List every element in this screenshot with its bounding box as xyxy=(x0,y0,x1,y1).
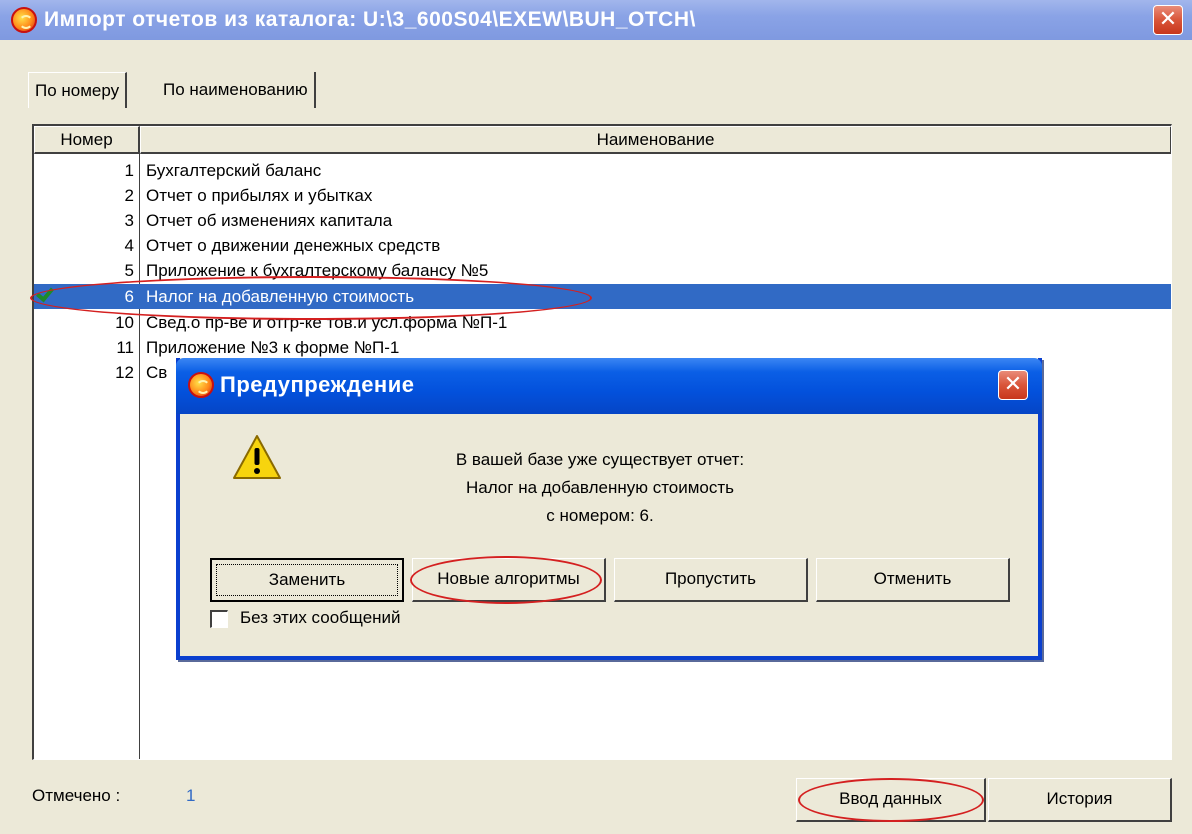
tab-by-name[interactable]: По наименованию xyxy=(157,72,316,108)
app-logo-icon xyxy=(11,7,37,33)
row-number: 10 xyxy=(115,313,134,332)
dialog-message-line-1: В вашей базе уже существует отчет: xyxy=(455,450,745,469)
row-name: Бухгалтерский баланс xyxy=(146,161,322,180)
column-header-name[interactable]: Наименование xyxy=(140,126,1171,154)
table-row-selected[interactable]: 6 Налог на добавленную стоимость xyxy=(34,283,1171,309)
row-name: Приложение к бухгалтерскому балансу №5 xyxy=(146,261,489,280)
row-number: 2 xyxy=(124,186,134,205)
table-row[interactable]: 3 Отчет об изменениях капитала xyxy=(34,208,1171,233)
row-name: Свед.о пр-ве и отгр-ке тов.и усл.форма №… xyxy=(146,313,508,332)
table-row[interactable]: 5 Приложение к бухгалтерскому балансу №5 xyxy=(34,258,1171,283)
history-button[interactable]: История xyxy=(988,778,1172,822)
row-name: Отчет о прибылях и убытках xyxy=(146,186,373,205)
warning-dialog: Предупреждение ✕ В вашей базе уже сущест… xyxy=(176,358,1042,660)
row-number: 3 xyxy=(124,211,134,230)
cancel-button[interactable]: Отменить xyxy=(816,558,1010,602)
column-header-number[interactable]: Номер xyxy=(34,126,140,154)
new-algorithms-button[interactable]: Новые алгоритмы xyxy=(412,558,606,602)
row-number: 12 xyxy=(115,363,134,382)
import-reports-window: Импорт отчетов из каталога: U:\3_600S04\… xyxy=(0,0,1192,834)
row-number: 11 xyxy=(116,338,134,357)
table-row[interactable]: 1 Бухгалтерский баланс xyxy=(34,158,1171,183)
row-name: Налог на добавленную стоимость xyxy=(146,287,415,306)
table-row[interactable]: 2 Отчет о прибылях и убытках xyxy=(34,183,1171,208)
table-row[interactable]: 4 Отчет о движении денежных средств xyxy=(34,233,1171,258)
table-row[interactable]: 11 Приложение №3 к форме №П-1 xyxy=(34,335,1171,360)
data-entry-button[interactable]: Ввод данных xyxy=(796,778,986,822)
row-name: Св xyxy=(146,363,168,382)
warning-icon xyxy=(233,435,281,479)
marked-count: 1 xyxy=(186,786,196,805)
row-number: 5 xyxy=(124,261,134,280)
focus-ring xyxy=(216,564,398,596)
tab-by-number[interactable]: По номеру xyxy=(28,72,128,108)
dialog-close-button[interactable]: ✕ xyxy=(998,370,1028,400)
close-button[interactable]: ✕ xyxy=(1153,5,1183,35)
row-name: Приложение №3 к форме №П-1 xyxy=(146,338,400,357)
dialog-title: Предупреждение xyxy=(220,372,415,397)
no-messages-label: Без этих сообщений xyxy=(240,608,401,627)
list-header: Номер Наименование xyxy=(34,126,1171,154)
dialog-titlebar[interactable]: Предупреждение ✕ xyxy=(176,358,1042,414)
dialog-message-line-2: Налог на добавленную стоимость xyxy=(465,478,735,497)
marked-label: Отмечено : xyxy=(32,786,121,805)
app-logo-icon xyxy=(188,372,214,398)
row-name: Отчет о движении денежных средств xyxy=(146,236,441,255)
row-name: Отчет об изменениях капитала xyxy=(146,211,393,230)
main-titlebar[interactable]: Импорт отчетов из каталога: U:\3_600S04\… xyxy=(0,0,1192,40)
row-number: 6 xyxy=(124,287,134,306)
dialog-message-line-3: с номером: 6. xyxy=(546,506,654,525)
replace-button[interactable]: Заменить xyxy=(210,558,404,602)
no-messages-checkbox[interactable] xyxy=(210,610,228,628)
row-number: 1 xyxy=(124,161,134,180)
skip-button[interactable]: Пропустить xyxy=(614,558,808,602)
table-row[interactable]: 10 Свед.о пр-ве и отгр-ке тов.и усл.форм… xyxy=(34,310,1171,335)
window-title: Импорт отчетов из каталога: U:\3_600S04\… xyxy=(44,8,696,31)
row-number: 4 xyxy=(124,236,134,255)
